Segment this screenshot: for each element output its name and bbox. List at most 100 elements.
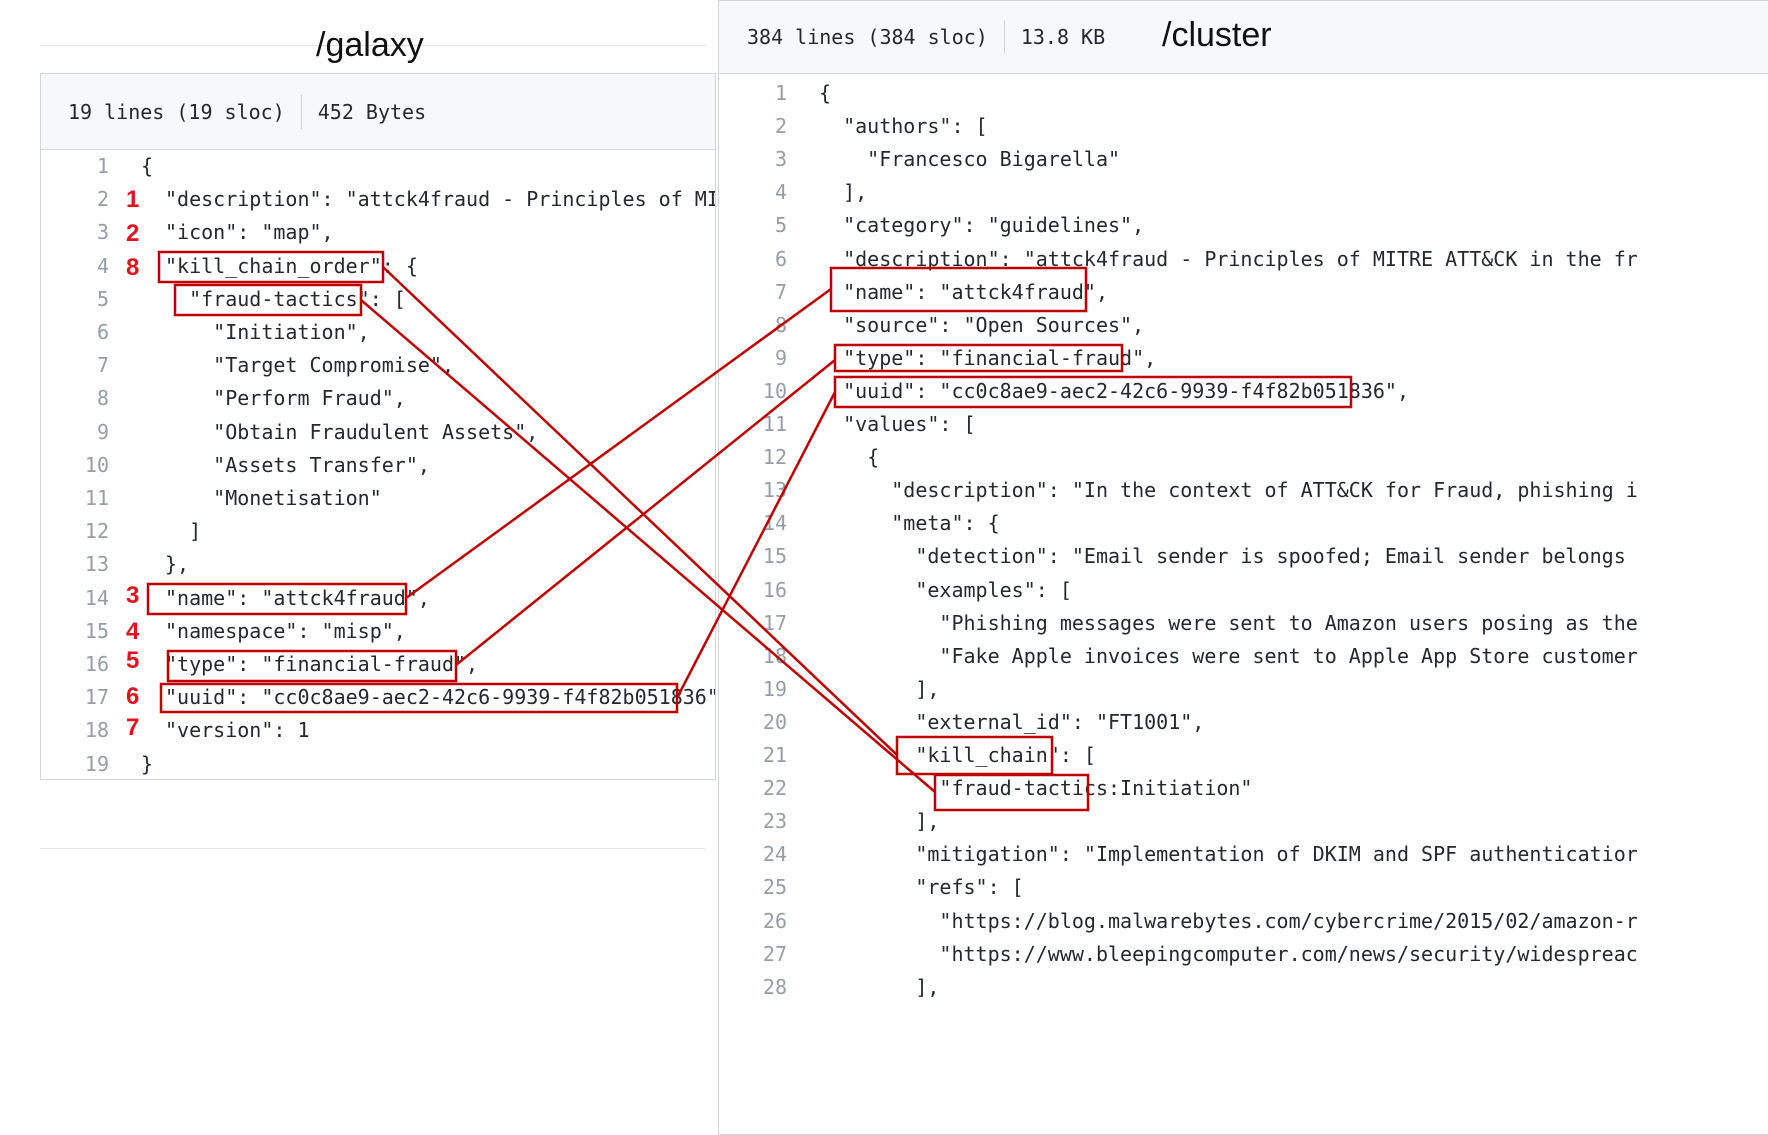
code-text: { xyxy=(819,445,880,470)
line-number: 16 xyxy=(762,577,787,602)
galaxy-size-info: 452 Bytes xyxy=(317,99,427,124)
line-number: 15 xyxy=(762,544,787,569)
code-line: 6 "Initiation", xyxy=(41,314,715,351)
code-line: 20 "external_id": "FT1001", xyxy=(719,704,1768,741)
marker-kill-chain-order: 8 xyxy=(126,254,140,281)
line-number: 20 xyxy=(762,709,787,734)
code-line: 17 "Phishing messages were sent to Amazo… xyxy=(719,605,1768,642)
code-line: 17 "uuid": "cc0c8ae9-aec2-42c6-9939-f4f82… xyxy=(41,679,716,716)
line-number: 4 xyxy=(96,253,109,278)
header-separator xyxy=(1003,20,1005,54)
code-text: "Monetisation" xyxy=(165,486,382,510)
code-text: "external_id": "FT1001", xyxy=(819,709,1205,734)
code-text: "examples": [ xyxy=(819,577,1072,602)
code-line: 12 { xyxy=(719,439,1768,476)
line-number: 8 xyxy=(774,312,787,337)
code-text: "type": "financial-fraud", xyxy=(819,345,1157,370)
galaxy-file-header: 19 lines (19 sloc) 452 Bytes xyxy=(41,74,715,150)
code-line: 4 ], xyxy=(719,174,1768,211)
code-line: 14 "meta": { xyxy=(719,505,1768,542)
line-number: 26 xyxy=(762,908,787,933)
code-text: "namespace": "misp", xyxy=(165,618,406,643)
line-number: 16 xyxy=(84,652,109,676)
cluster-caption: /cluster xyxy=(1162,16,1272,54)
code-line: 8 "source": "Open Sources", xyxy=(719,307,1768,344)
code-line: 6 "description": "attck4fraud - Principl… xyxy=(719,241,1768,278)
line-number: 2 xyxy=(774,114,787,139)
line-number: 28 xyxy=(762,974,787,999)
line-number: 14 xyxy=(84,585,109,610)
code-line: 19} xyxy=(41,746,715,779)
line-number: 7 xyxy=(96,353,109,378)
marker-version: 7 xyxy=(126,714,140,741)
line-number: 9 xyxy=(774,345,787,370)
marker-name: 3 xyxy=(126,582,140,609)
code-text: "values": [ xyxy=(819,412,976,436)
code-text: "kill_chain": [ xyxy=(819,743,1096,767)
code-text: { xyxy=(141,154,154,178)
line-number: 5 xyxy=(774,213,787,238)
code-text: "type": "financial-fraud", xyxy=(165,652,479,676)
code-line: 9 "Obtain Fraudulent Assets", xyxy=(41,414,715,451)
code-text: "Fake Apple invoices were sent to Apple … xyxy=(819,643,1638,668)
code-text: ], xyxy=(819,180,868,205)
line-number: 11 xyxy=(762,412,787,436)
line-number: 10 xyxy=(84,452,109,477)
line-number: 7 xyxy=(774,279,787,304)
code-text: "refs": [ xyxy=(819,875,1024,900)
code-line: 8 "Perform Fraud", xyxy=(41,380,715,417)
code-text: "category": "guidelines", xyxy=(819,213,1145,238)
code-line: 5 "category": "guidelines", xyxy=(719,207,1768,244)
line-number: 1 xyxy=(96,154,109,178)
code-text: "meta": { xyxy=(819,511,1000,536)
marker-uuid: 6 xyxy=(126,683,140,710)
code-text: "name": "attck4fraud", xyxy=(165,585,430,610)
code-line: 16 "examples": [ xyxy=(719,572,1768,609)
code-text: ], xyxy=(819,809,940,834)
code-line: 16 "type": "financial-fraud", xyxy=(41,646,715,683)
line-number: 9 xyxy=(96,419,109,444)
marker-namespace: 4 xyxy=(126,618,140,645)
line-number: 4 xyxy=(774,180,787,205)
line-number: 6 xyxy=(774,246,787,271)
code-line: 14 "name": "attck4fraud", xyxy=(41,580,715,617)
line-number: 10 xyxy=(762,378,787,403)
code-text: { xyxy=(819,81,832,105)
code-text: "uuid": "cc0c8ae9-aec2-42c6-9939-f4f82b0… xyxy=(819,378,1410,403)
code-text: "fraud-tactics": [ xyxy=(165,286,406,311)
code-text: "https://blog.malwarebytes.com/cybercrim… xyxy=(819,908,1638,933)
line-number: 24 xyxy=(762,842,787,867)
code-line: 11 "Monetisation" xyxy=(41,480,715,517)
code-text: "version": 1 xyxy=(165,718,310,743)
code-text: "Obtain Fraudulent Assets", xyxy=(165,419,539,444)
code-text: "uuid": "cc0c8ae9-aec2-42c6-9939-f4f82b0… xyxy=(165,685,716,710)
code-line: 5 "fraud-tactics": [ xyxy=(41,281,715,318)
line-number: 14 xyxy=(762,511,787,536)
code-text: }, xyxy=(165,552,190,577)
line-number: 15 xyxy=(84,618,109,643)
line-number: 22 xyxy=(762,776,787,801)
code-line: 22 "fraud-tactics:Initiation" xyxy=(719,770,1768,807)
code-text: "description": "attck4fraud - Principles… xyxy=(819,246,1638,271)
marker-icon: 2 xyxy=(126,220,140,247)
code-line: 13}, xyxy=(41,546,715,583)
code-text: "description": "attck4fraud - Principles… xyxy=(165,187,716,212)
code-text: "source": "Open Sources", xyxy=(819,312,1145,337)
code-text: "authors": [ xyxy=(819,114,988,139)
line-number: 6 xyxy=(96,320,109,344)
marker-type: 5 xyxy=(126,647,140,674)
line-number: 21 xyxy=(762,743,787,767)
line-number: 19 xyxy=(762,676,787,701)
code-text: "description": "In the context of ATT&CK… xyxy=(819,478,1638,503)
line-number: 27 xyxy=(762,941,787,966)
code-line: 7 "name": "attck4fraud", xyxy=(719,274,1768,311)
header-separator xyxy=(300,94,302,129)
code-text: "Assets Transfer", xyxy=(165,452,430,477)
code-line: 13 "description": "In the context of ATT… xyxy=(719,472,1768,509)
galaxy-lines-info: 19 lines (19 sloc) xyxy=(68,99,285,124)
line-number: 12 xyxy=(762,445,787,470)
code-text: "Initiation", xyxy=(165,320,370,344)
line-number: 23 xyxy=(762,809,787,834)
code-line: 10 "Assets Transfer", xyxy=(41,447,715,484)
code-line: 15 "detection": "Email sender is spoofed… xyxy=(719,538,1768,575)
